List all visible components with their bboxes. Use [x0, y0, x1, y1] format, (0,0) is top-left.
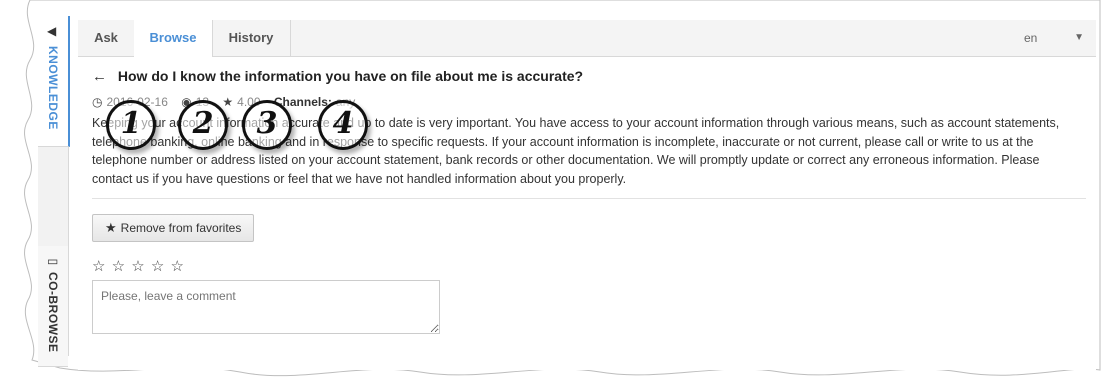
article-body: 1 2 3 4 Keeping your account information… — [92, 100, 1082, 188]
article-body-text: Keeping your account information accurat… — [92, 116, 1060, 186]
meta-date: ◷ 2016-02-16 — [92, 95, 171, 109]
screenshot-frame: ◀ KNOWLEDGE ▭ CO-BROWSE Ask Browse Histo… — [0, 0, 1104, 387]
star-rating: ☆ ☆ ☆ ☆ ☆ — [92, 257, 1082, 277]
cobrowse-label: CO-BROWSE — [46, 272, 60, 353]
clock-icon: ◷ — [92, 95, 103, 109]
tab-bar: Ask Browse History en ▼ — [78, 20, 1096, 57]
star-icon: ★ — [105, 220, 117, 236]
meta-channels: Channels: any — [274, 95, 355, 109]
comment-input[interactable] — [92, 280, 440, 335]
views-value: 13 — [195, 95, 210, 109]
remove-favorite-button[interactable]: ★ Remove from favorites — [92, 214, 255, 243]
article-view: ← How do I know the information you have… — [92, 64, 1086, 335]
meta-views: ◉ 13 — [181, 95, 212, 109]
tab-history[interactable]: History — [212, 20, 291, 56]
divider — [92, 198, 1086, 200]
date-value: 2016-02-16 — [106, 95, 168, 109]
tab-ask[interactable]: Ask — [78, 20, 135, 56]
collapse-icon[interactable]: ◀ — [47, 24, 56, 38]
sidebar-tab-cobrowse[interactable]: ▭ CO-BROWSE — [38, 246, 68, 367]
rating-value: 4.00 — [237, 95, 261, 109]
back-arrow-icon[interactable]: ← — [92, 65, 114, 89]
knowledge-label: KNOWLEDGE — [46, 46, 60, 130]
meta-rating: ★ 4.00 — [222, 95, 263, 109]
rating-star-5[interactable]: ☆ — [171, 258, 185, 275]
article-title: How do I know the information you have o… — [117, 68, 584, 84]
channels-value: any — [335, 95, 356, 109]
screen-icon: ▭ — [47, 254, 59, 268]
knowledge-panel: Ask Browse History en ▼ ← How do I know … — [78, 20, 1096, 370]
channels-label: Channels: — [273, 95, 332, 109]
tab-browse[interactable]: Browse — [134, 20, 213, 57]
rating-star-2[interactable]: ☆ — [112, 258, 126, 275]
rating-star-4[interactable]: ☆ — [151, 258, 165, 275]
eye-icon: ◉ — [181, 95, 192, 109]
remove-favorite-label: Remove from favorites — [120, 221, 242, 236]
article-meta: ◷ 2016-02-16 ◉ 13 ★ 4.00 Channels: any — [92, 92, 1082, 112]
language-value: en — [1024, 31, 1038, 45]
sidebar-tab-knowledge[interactable]: ◀ KNOWLEDGE — [38, 16, 70, 147]
rating-star-3[interactable]: ☆ — [131, 258, 145, 275]
article-header: ← How do I know the information you have… — [92, 64, 1082, 88]
language-select[interactable]: en ▼ — [1024, 20, 1084, 56]
chevron-down-icon: ▼ — [1074, 32, 1084, 43]
star-icon: ★ — [222, 95, 234, 109]
side-panel: ◀ KNOWLEDGE ▭ CO-BROWSE — [38, 16, 70, 367]
rating-star-1[interactable]: ☆ — [92, 258, 106, 275]
